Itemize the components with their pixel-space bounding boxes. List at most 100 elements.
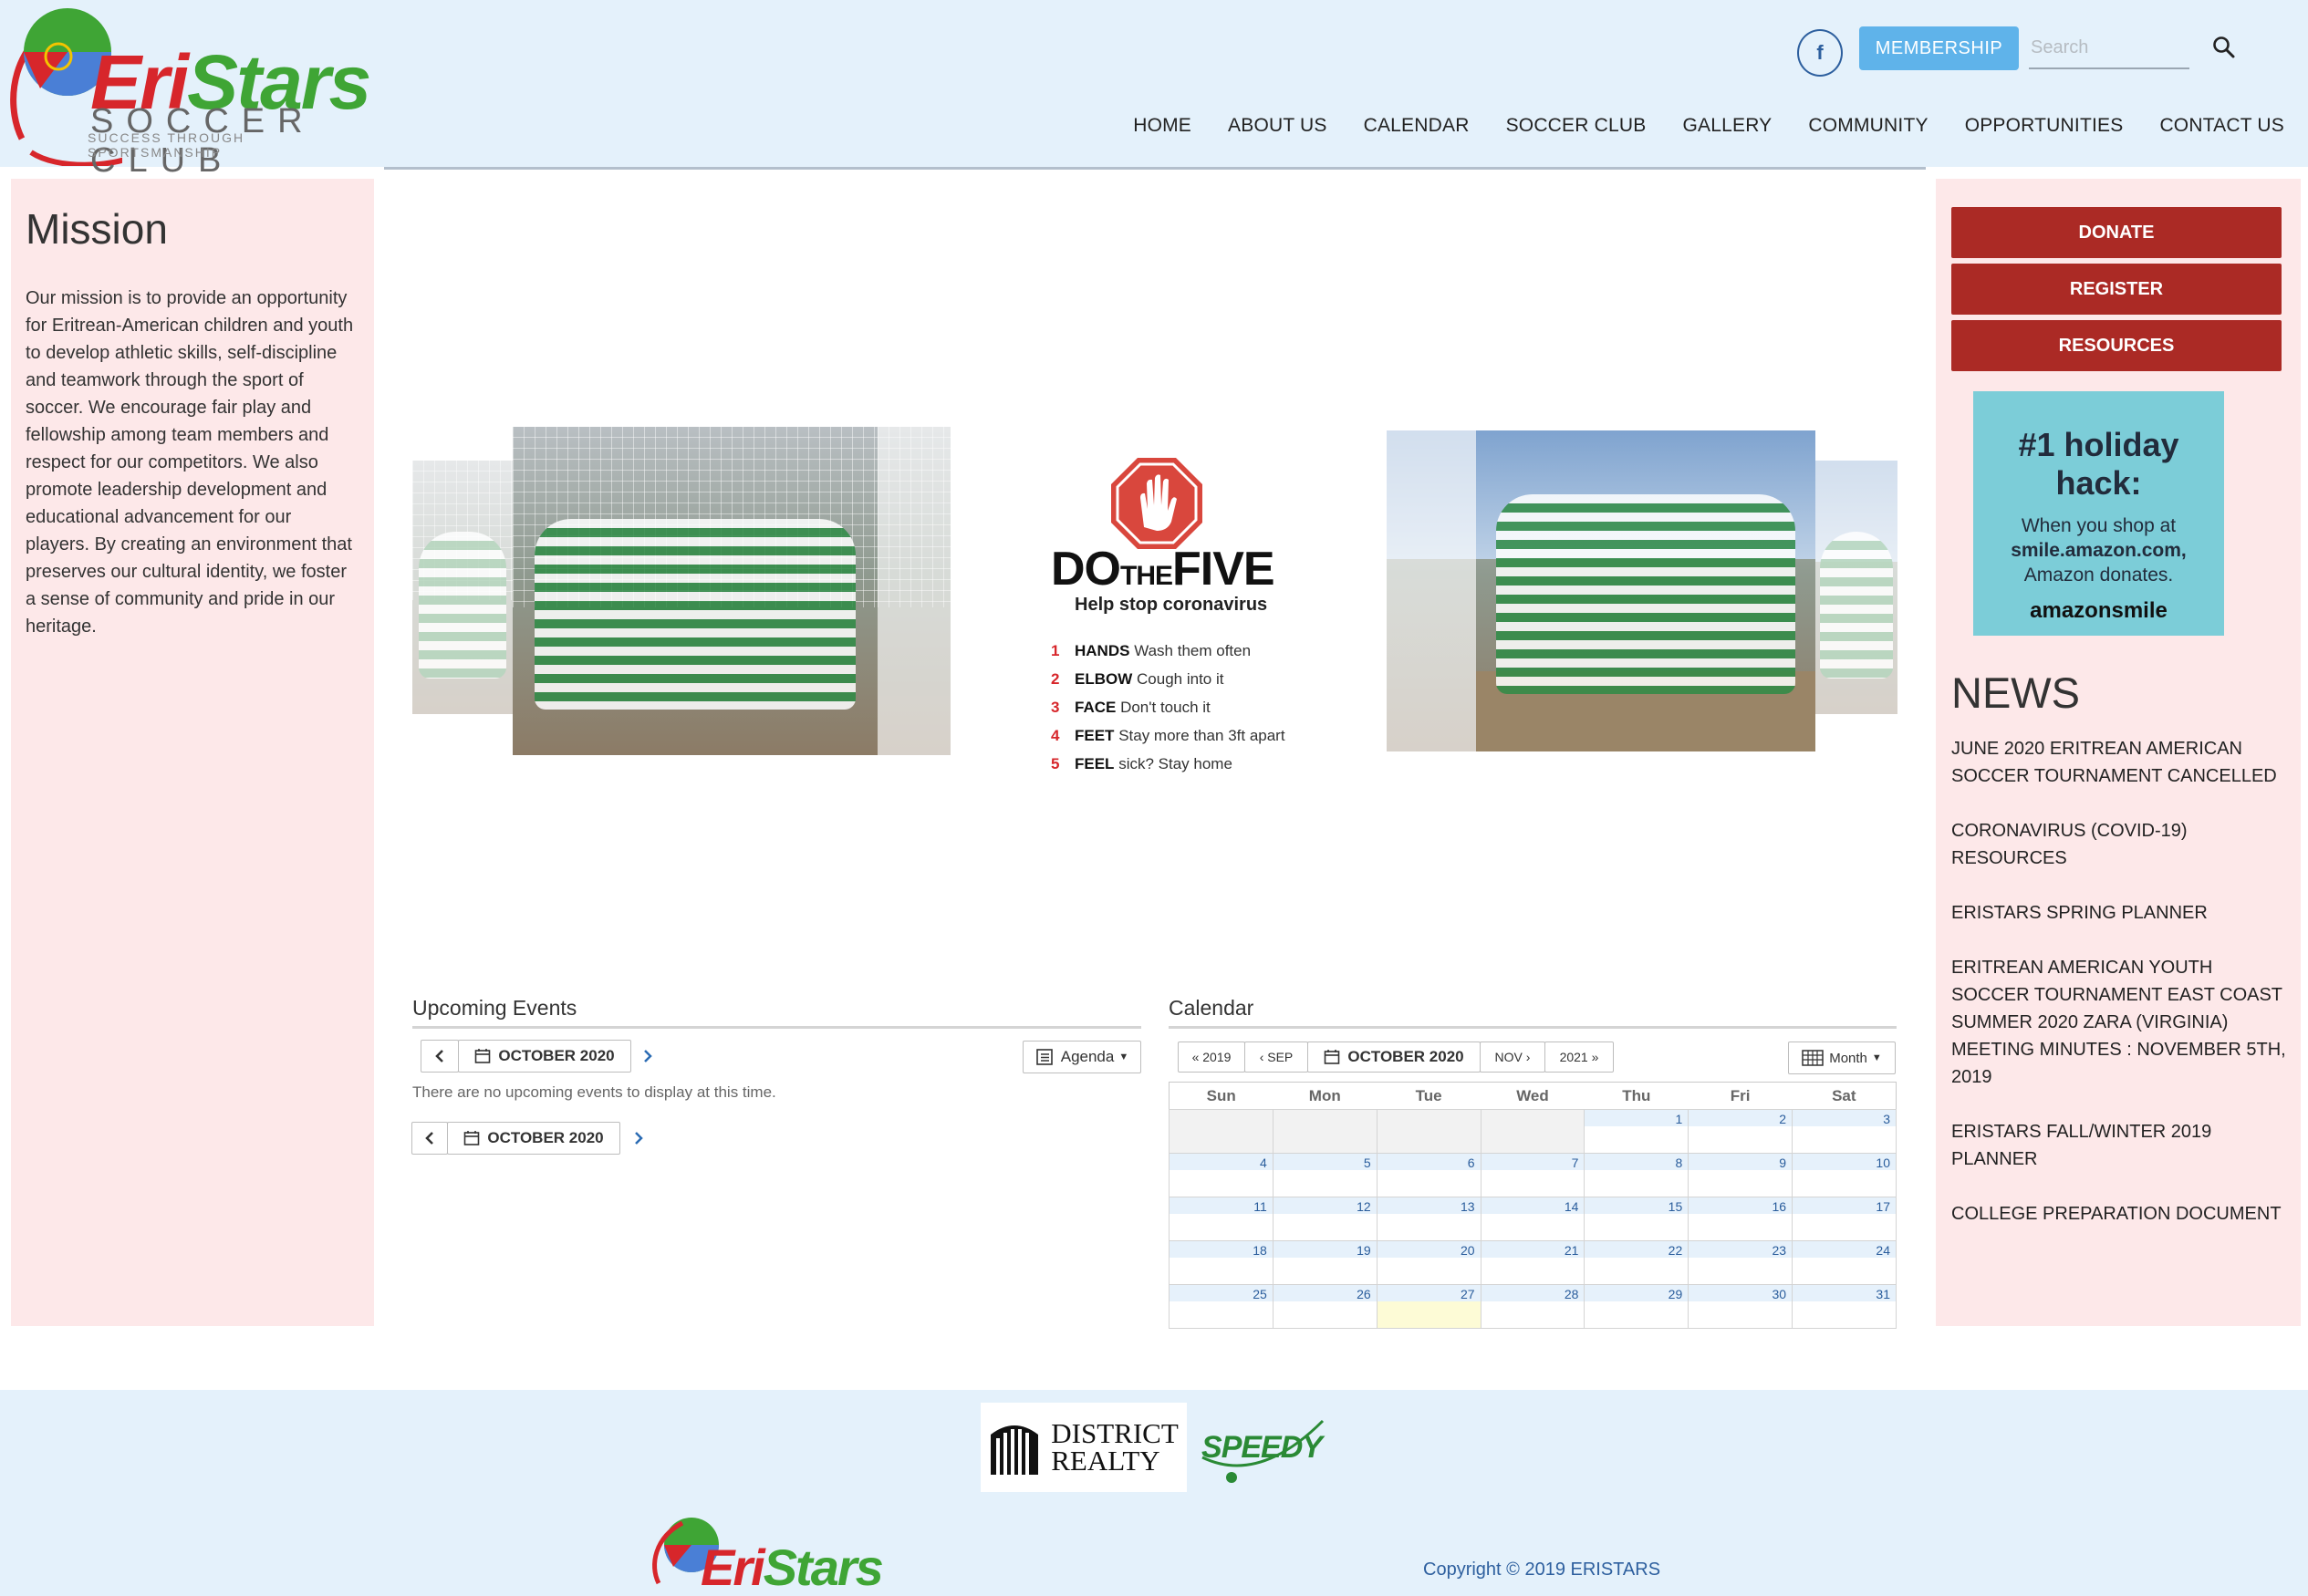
calendar-day-cell[interactable]: 7 xyxy=(1480,1153,1585,1197)
calendar-day-number: 26 xyxy=(1273,1285,1377,1301)
calendar-day-cell[interactable]: 26 xyxy=(1272,1284,1378,1329)
sponsor-speedy-tax[interactable]: SPEEDY xyxy=(1195,1403,1328,1492)
nav-soccer-club[interactable]: SOCCER CLUB xyxy=(1506,115,1647,137)
calendar-day-number: 6 xyxy=(1377,1154,1481,1170)
nav-community[interactable]: COMMUNITY xyxy=(1808,115,1928,137)
weekday-header: Tue xyxy=(1377,1082,1481,1110)
do-the-five-slide[interactable]: DOTHEFIVE Help stop coronavirus 1 HANDS W… xyxy=(1040,449,1314,777)
calendar-day-cell[interactable]: 20 xyxy=(1376,1240,1481,1285)
month-selector[interactable]: OCTOBER 2020 xyxy=(1307,1042,1481,1073)
month-view-dropdown[interactable]: Month ▼ xyxy=(1788,1042,1896,1074)
news-item[interactable]: ERISTARS SPRING PLANNER xyxy=(1951,899,2293,927)
nav-gallery[interactable]: GALLERY xyxy=(1682,115,1772,137)
nav-opportunities[interactable]: OPPORTUNITIES xyxy=(1965,115,2124,137)
news-item[interactable]: ERITREAN AMERICAN YOUTH SOCCER TOURNAMEN… xyxy=(1951,954,2293,1091)
calendar-day-cell[interactable]: 14 xyxy=(1480,1197,1585,1241)
current-month-label: OCTOBER 2020 xyxy=(487,1129,604,1146)
calendar-day-cell[interactable]: 27 xyxy=(1376,1284,1481,1329)
weekday-header: Mon xyxy=(1273,1082,1378,1110)
chevron-left-icon xyxy=(435,1050,443,1062)
chevron-left-icon xyxy=(425,1132,433,1145)
donate-button[interactable]: DONATE xyxy=(1951,207,2282,258)
prev-month-button[interactable]: ‹ SEP xyxy=(1244,1042,1308,1073)
calendar-day-cell[interactable]: 19 xyxy=(1272,1240,1378,1285)
weekday-header: Fri xyxy=(1688,1082,1793,1110)
calendar-day-cell[interactable]: 3 xyxy=(1792,1109,1897,1154)
caret-down-icon: ▼ xyxy=(1118,1052,1129,1062)
month-selector[interactable]: OCTOBER 2020 xyxy=(447,1122,620,1155)
footer-logo[interactable]: EriStars xyxy=(646,1510,883,1596)
calendar-day-cell[interactable]: 24 xyxy=(1792,1240,1897,1285)
prev-year-button[interactable]: « 2019 xyxy=(1178,1042,1245,1073)
agenda-view-dropdown[interactable]: Agenda ▼ xyxy=(1023,1041,1141,1073)
nav-calendar[interactable]: CALENDAR xyxy=(1364,115,1470,137)
membership-button[interactable]: MEMBERSHIP xyxy=(1859,26,2019,70)
amazon-smile-ad[interactable]: #1 holiday hack: When you shop at smile.… xyxy=(1973,391,2224,636)
calendar-day-number: 28 xyxy=(1481,1285,1585,1301)
chevron-right-icon[interactable] xyxy=(633,1130,644,1146)
calendar-empty-cell xyxy=(1480,1109,1585,1154)
calendar-week-row: 18 19 20 21 22 23 24 xyxy=(1169,1240,1897,1285)
calendar-day-number: 13 xyxy=(1377,1197,1481,1214)
news-item[interactable]: JUNE 2020 ERITREAN AMERICAN SOCCER TOURN… xyxy=(1951,735,2293,790)
calendar-day-cell[interactable]: 23 xyxy=(1688,1240,1793,1285)
sponsor-district-realty[interactable]: DISTRICT REALTY xyxy=(981,1403,1187,1492)
calendar-day-number: 30 xyxy=(1689,1285,1793,1301)
calendar-day-cell[interactable]: 15 xyxy=(1584,1197,1689,1241)
calendar-day-cell[interactable]: 5 xyxy=(1272,1153,1378,1197)
amazon-smile-logo: amazonsmile xyxy=(2030,598,2168,623)
calendar-day-cell[interactable]: 11 xyxy=(1169,1197,1274,1241)
prev-month-button[interactable] xyxy=(421,1040,459,1073)
facebook-button[interactable]: f xyxy=(1797,29,1843,77)
calendar-day-cell[interactable]: 16 xyxy=(1688,1197,1793,1241)
calendar-day-cell[interactable]: 21 xyxy=(1480,1240,1585,1285)
calendar-day-cell[interactable]: 25 xyxy=(1169,1284,1274,1329)
calendar-day-cell[interactable]: 28 xyxy=(1480,1284,1585,1329)
resources-button[interactable]: RESOURCES xyxy=(1951,320,2282,371)
news-item[interactable]: ERISTARS FALL/WINTER 2019 PLANNER xyxy=(1951,1118,2293,1173)
calendar-day-cell[interactable]: 1 xyxy=(1584,1109,1689,1154)
calendar-day-cell[interactable]: 30 xyxy=(1688,1284,1793,1329)
prev-month-button[interactable] xyxy=(411,1122,448,1155)
carousel-photo-team-boys[interactable] xyxy=(1476,430,1815,751)
next-month-button[interactable]: NOV › xyxy=(1480,1042,1545,1073)
site-logo[interactable]: EriStars SOCCER CLUB SUCCESS THROUGH SPO… xyxy=(4,2,371,180)
calendar-day-cell[interactable]: 8 xyxy=(1584,1153,1689,1197)
search-input[interactable] xyxy=(2029,27,2189,69)
nav-about-us[interactable]: ABOUT US xyxy=(1228,115,1327,137)
list-item: 1 HANDS Wash them often xyxy=(1051,642,1252,659)
news-item[interactable]: COLLEGE PREPARATION DOCUMENT xyxy=(1951,1200,2293,1228)
calendar-day-cell[interactable]: 29 xyxy=(1584,1284,1689,1329)
register-button[interactable]: REGISTER xyxy=(1951,264,2282,315)
list-item: 2 ELBOW Cough into it xyxy=(1051,670,1224,688)
month-view-label: Month xyxy=(1829,1050,1867,1066)
calendar-day-cell[interactable]: 12 xyxy=(1272,1197,1378,1241)
calendar-day-cell[interactable]: 6 xyxy=(1376,1153,1481,1197)
nav-home[interactable]: HOME xyxy=(1133,115,1191,137)
calendar-day-cell[interactable]: 13 xyxy=(1376,1197,1481,1241)
calendar-day-cell[interactable]: 2 xyxy=(1688,1109,1793,1154)
calendar-day-number: 22 xyxy=(1585,1241,1689,1258)
weekday-header: Sun xyxy=(1169,1082,1274,1110)
chevron-right-icon[interactable] xyxy=(642,1048,653,1064)
calendar-day-number: 7 xyxy=(1481,1154,1585,1170)
calendar-day-cell[interactable]: 17 xyxy=(1792,1197,1897,1241)
mission-title: Mission xyxy=(26,205,168,253)
calendar-day-cell[interactable]: 4 xyxy=(1169,1153,1274,1197)
news-item[interactable]: CORONAVIRUS (COVID-19) RESOURCES xyxy=(1951,817,2293,872)
calendar-day-cell[interactable]: 31 xyxy=(1792,1284,1897,1329)
search-icon[interactable] xyxy=(2211,35,2237,60)
calendar-empty-cell xyxy=(1376,1109,1481,1154)
calendar-day-cell[interactable]: 18 xyxy=(1169,1240,1274,1285)
month-selector[interactable]: OCTOBER 2020 xyxy=(458,1040,631,1073)
calendar-day-cell[interactable]: 10 xyxy=(1792,1153,1897,1197)
next-year-button[interactable]: 2021 » xyxy=(1544,1042,1614,1073)
carousel-photo-team-girls[interactable] xyxy=(513,427,878,755)
calendar-day-cell[interactable]: 9 xyxy=(1688,1153,1793,1197)
district-realty-logo-icon xyxy=(991,1425,1039,1475)
nav-contact-us[interactable]: CONTACT US xyxy=(2159,115,2284,137)
upcoming-events-divider xyxy=(412,1026,1141,1029)
calendar-day-number: 4 xyxy=(1170,1154,1273,1170)
calendar-day-number: 14 xyxy=(1481,1197,1585,1214)
calendar-day-cell[interactable]: 22 xyxy=(1584,1240,1689,1285)
